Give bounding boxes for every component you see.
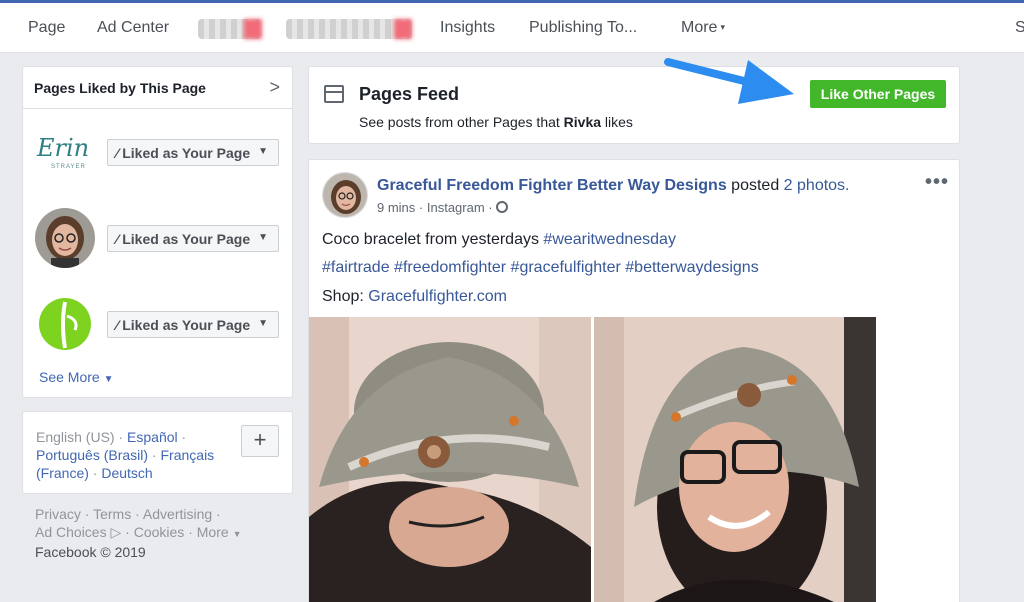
nav-ad-center[interactable]: Ad Center xyxy=(97,19,169,37)
post-shop-line: Shop: Gracefulfighter.com xyxy=(322,288,507,306)
liked-as-page-button[interactable]: ⁄ Liked as Your Page ▼ xyxy=(107,311,279,338)
chevron-down-icon: ▼ xyxy=(103,374,114,385)
post-photo[interactable] xyxy=(594,317,876,602)
post-meta: 9 mins · Instagram · xyxy=(377,200,508,215)
nav-partial-item[interactable]: S xyxy=(1015,19,1024,37)
liked-page-row: ⁄ Liked as Your Page ▼ xyxy=(35,208,279,270)
post-photos-link[interactable]: 2 photos. xyxy=(784,177,850,194)
nav-redacted-1[interactable] xyxy=(198,19,262,39)
pages-liked-card: Pages Liked by This Page > Erin STRAYER … xyxy=(22,66,293,398)
current-language: English (US) xyxy=(36,429,115,445)
language-option[interactable]: Português (Brasil) xyxy=(36,447,148,463)
copyright: Facebook © 2019 xyxy=(35,544,146,560)
language-list: English (US) · Español · Português (Bras… xyxy=(36,429,215,481)
footer-links: Privacy · Terms · Advertising · Ad Choic… xyxy=(35,506,242,560)
ad-choices-icon: ▷ xyxy=(110,524,122,540)
subtitle-text: likes xyxy=(601,114,633,130)
post-card: Graceful Freedom Fighter Better Way Desi… xyxy=(308,159,960,602)
see-more-link[interactable]: See More ▼ xyxy=(39,369,114,385)
liked-button-label: Liked as Your Page xyxy=(122,231,251,247)
post-source: Instagram xyxy=(426,200,485,215)
post-photo[interactable] xyxy=(309,317,591,602)
arrow-annotation-icon xyxy=(664,58,794,104)
subtitle-text: See posts from other Pages that xyxy=(359,114,564,130)
chevron-down-icon: ▾ xyxy=(720,22,725,33)
divider xyxy=(23,108,292,109)
hashtag-line[interactable]: #fairtrade #freedomfighter #gracefulfigh… xyxy=(322,259,759,277)
shop-label: Shop: xyxy=(322,288,369,305)
post-text: Coco bracelet from yesterdays xyxy=(322,231,544,248)
chevron-right-icon[interactable]: > xyxy=(269,77,280,98)
logo-text: Erin xyxy=(37,134,90,162)
woman-avatar[interactable] xyxy=(35,208,95,268)
pages-feed-title: Pages Feed xyxy=(359,84,460,104)
liked-as-page-button[interactable]: ⁄ Liked as Your Page ▼ xyxy=(107,225,279,252)
liked-page-row: ⁄ Liked as Your Page ▼ xyxy=(35,294,279,356)
footer-link[interactable]: Cookies xyxy=(134,524,185,540)
language-option[interactable]: Deutsch xyxy=(101,465,152,481)
liked-page-row: Erin STRAYER ⁄ Liked as Your Page ▼ xyxy=(35,122,279,184)
pages-liked-title: Pages Liked by This Page xyxy=(34,80,206,96)
chevron-down-icon: ▼ xyxy=(232,529,242,539)
post-header: Graceful Freedom Fighter Better Way Desi… xyxy=(377,177,850,195)
liked-button-label: Liked as Your Page xyxy=(122,145,251,161)
post-action: posted xyxy=(731,177,780,194)
nav-more[interactable]: More ▾ xyxy=(681,19,725,37)
liked-button-label: Liked as Your Page xyxy=(122,317,251,333)
footer-link[interactable]: Advertising xyxy=(143,506,212,522)
dropdown-caret-icon: ▼ xyxy=(258,232,268,243)
footer-link[interactable]: Terms xyxy=(93,506,131,522)
erin-strayer-logo[interactable]: Erin STRAYER xyxy=(35,122,95,182)
logo-subtext: STRAYER xyxy=(51,164,86,170)
nav-redacted-2[interactable] xyxy=(286,19,412,39)
language-option[interactable]: Español xyxy=(127,429,178,445)
pages-feed-subtitle: See posts from other Pages that Rivka li… xyxy=(359,114,633,130)
green-leaf-logo[interactable] xyxy=(35,294,95,354)
feed-icon xyxy=(324,85,344,103)
nav-more-label: More xyxy=(681,19,718,36)
dropdown-caret-icon: ▼ xyxy=(258,146,268,157)
page-nav-bar: Page Ad Center Insights Publishing To...… xyxy=(0,3,1024,53)
shop-link[interactable]: Gracefulfighter.com xyxy=(368,288,507,305)
post-time[interactable]: 9 mins xyxy=(377,200,415,215)
dropdown-caret-icon: ▼ xyxy=(258,318,268,329)
language-card: English (US) · Español · Português (Bras… xyxy=(22,411,293,494)
more-options-icon[interactable]: ••• xyxy=(925,171,949,194)
nav-publishing-tools[interactable]: Publishing To... xyxy=(529,19,637,37)
globe-icon xyxy=(495,201,508,213)
footer-link[interactable]: Ad Choices xyxy=(35,524,107,540)
post-author-avatar[interactable] xyxy=(322,172,368,218)
nav-page[interactable]: Page xyxy=(28,19,65,37)
liked-as-page-button[interactable]: ⁄ Liked as Your Page ▼ xyxy=(107,139,279,166)
footer-link[interactable]: Privacy xyxy=(35,506,81,522)
nav-insights[interactable]: Insights xyxy=(440,19,495,37)
hashtag-link[interactable]: #wearitwednesday xyxy=(543,231,676,248)
pages-feed-card: Pages Feed See posts from other Pages th… xyxy=(308,66,960,144)
add-language-button[interactable]: + xyxy=(241,425,279,457)
footer-link[interactable]: More xyxy=(197,524,229,540)
post-author-link[interactable]: Graceful Freedom Fighter Better Way Desi… xyxy=(377,177,727,194)
like-other-pages-button[interactable]: Like Other Pages xyxy=(810,80,946,108)
subtitle-name: Rivka xyxy=(563,114,602,130)
see-more-label: See More xyxy=(39,369,100,385)
post-text-line: Coco bracelet from yesterdays #wearitwed… xyxy=(322,231,676,249)
